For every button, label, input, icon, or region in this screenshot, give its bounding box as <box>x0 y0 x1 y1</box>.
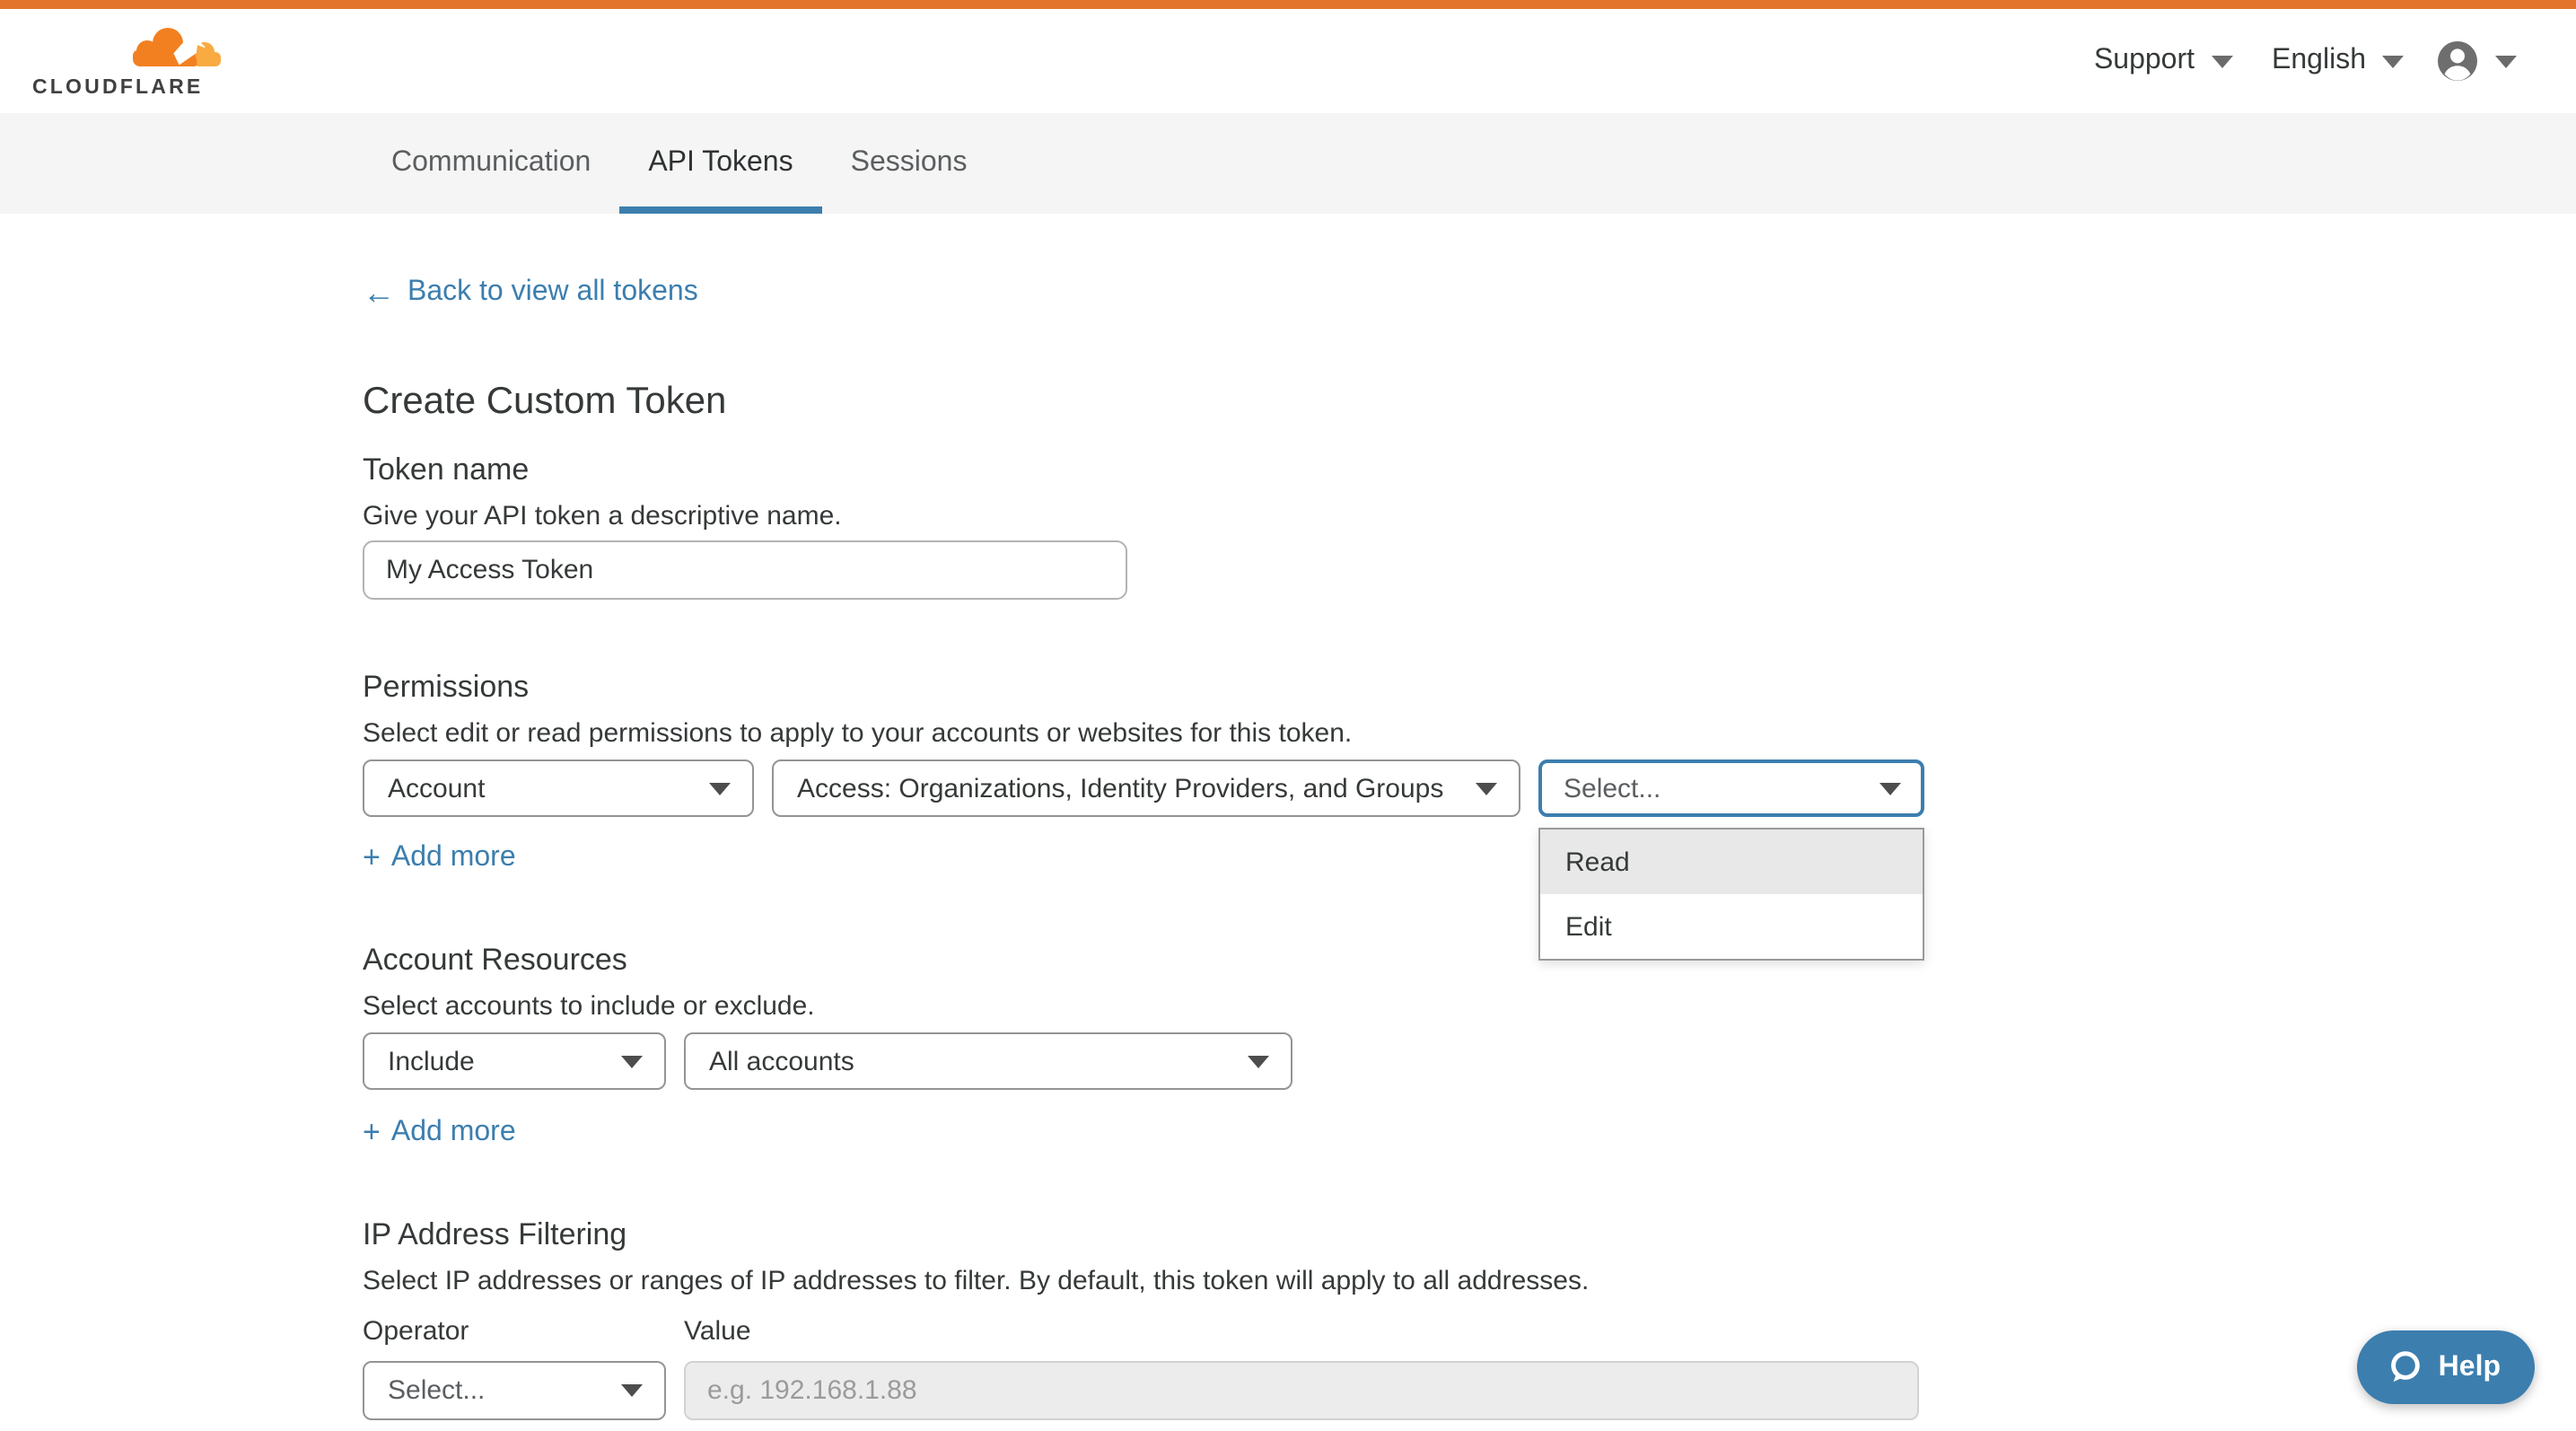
account-resources-section: Account Resources Select accounts to inc… <box>363 941 2576 1151</box>
caret-down-icon <box>1248 1055 1269 1067</box>
chevron-down-icon <box>2382 55 2404 67</box>
permissions-section: Permissions Select edit or read permissi… <box>363 668 2576 876</box>
permissions-add-more-link[interactable]: + Add more <box>363 840 516 876</box>
account-resources-heading: Account Resources <box>363 941 2576 980</box>
page: CLOUDFLARE Support English Communicat <box>0 0 2576 1431</box>
account-menu[interactable] <box>2436 40 2517 83</box>
cloudflare-cloud-icon <box>111 24 223 75</box>
menu-item-edit[interactable]: Edit <box>1540 894 1923 959</box>
back-to-tokens-link[interactable]: ← Back to view all tokens <box>363 275 698 311</box>
top-accent-bar <box>0 0 2576 9</box>
support-menu[interactable]: Support <box>2094 45 2232 77</box>
language-menu[interactable]: English <box>2272 45 2404 77</box>
permissions-description: Select edit or read permissions to apply… <box>363 716 2576 751</box>
ip-filtering-row: Select... <box>363 1361 2576 1420</box>
caret-down-icon <box>1476 782 1497 795</box>
permission-access-placeholder: Select... <box>1564 773 1660 803</box>
ip-filtering-description: Select IP addresses or ranges of IP addr… <box>363 1264 2576 1298</box>
menu-item-read[interactable]: Read <box>1540 830 1923 894</box>
profile-tabbar: Communication API Tokens Sessions <box>0 113 2576 214</box>
left-arrow-icon: ← <box>363 277 395 309</box>
caret-down-icon <box>621 1384 643 1397</box>
permissions-row: Account Access: Organizations, Identity … <box>363 759 2576 817</box>
permission-access-wrap: Select... Read Edit <box>1538 759 1924 817</box>
accounts-select[interactable]: All accounts <box>684 1032 1292 1090</box>
access-dropdown-menu: Read Edit <box>1538 828 1924 961</box>
support-menu-label: Support <box>2094 45 2195 77</box>
permissions-add-more-label: Add more <box>391 840 516 876</box>
language-menu-label: English <box>2272 45 2366 77</box>
chat-bubble-icon <box>2387 1348 2424 1386</box>
operator-select[interactable]: Select... <box>363 1361 666 1420</box>
help-button-label: Help <box>2439 1351 2501 1383</box>
page-title: Create Custom Token <box>363 379 2576 426</box>
avatar-icon <box>2436 40 2479 83</box>
permission-access-select[interactable]: Select... <box>1538 759 1924 817</box>
back-link-label: Back to view all tokens <box>407 275 698 311</box>
caret-down-icon <box>621 1055 643 1067</box>
plus-icon: + <box>363 1115 381 1151</box>
permission-scope-value: Account <box>388 773 485 803</box>
caret-down-icon <box>709 782 731 795</box>
main-content: ← Back to view all tokens Create Custom … <box>0 214 2576 1420</box>
chevron-down-icon <box>2495 55 2517 67</box>
app-header: CLOUDFLARE Support English <box>0 9 2576 113</box>
ip-labels-row: Operator Value <box>363 1316 2576 1350</box>
token-name-heading: Token name <box>363 451 2576 490</box>
token-name-description: Give your API token a descriptive name. <box>363 499 2576 533</box>
ip-filtering-heading: IP Address Filtering <box>363 1216 2576 1255</box>
token-name-section: Token name Give your API token a descrip… <box>363 451 2576 600</box>
tab-communication[interactable]: Communication <box>363 113 619 214</box>
permission-group-select[interactable]: Access: Organizations, Identity Provider… <box>772 759 1520 817</box>
permission-scope-select[interactable]: Account <box>363 759 754 817</box>
account-resources-description: Select accounts to include or exclude. <box>363 989 2576 1023</box>
permissions-heading: Permissions <box>363 668 2576 707</box>
operator-placeholder: Select... <box>388 1375 485 1406</box>
permission-group-value: Access: Organizations, Identity Provider… <box>797 773 1443 803</box>
accounts-value: All accounts <box>709 1046 854 1076</box>
help-button[interactable]: Help <box>2358 1330 2535 1404</box>
tab-sessions[interactable]: Sessions <box>822 113 996 214</box>
ip-value-input <box>684 1361 1919 1420</box>
cloudflare-logo[interactable]: CLOUDFLARE <box>32 24 223 98</box>
ip-filtering-section: IP Address Filtering Select IP addresses… <box>363 1216 2576 1420</box>
operator-label: Operator <box>363 1316 469 1347</box>
token-name-input[interactable] <box>363 540 1127 600</box>
header-nav: Support English <box>2094 40 2517 83</box>
value-label: Value <box>684 1316 751 1347</box>
include-select[interactable]: Include <box>363 1032 666 1090</box>
tab-api-tokens[interactable]: API Tokens <box>619 113 821 214</box>
plus-icon: + <box>363 840 381 876</box>
cloudflare-wordmark: CLOUDFLARE <box>32 76 203 98</box>
chevron-down-icon <box>2211 55 2232 67</box>
include-value: Include <box>388 1046 475 1076</box>
account-resources-row: Include All accounts <box>363 1032 2576 1090</box>
caret-down-icon <box>1879 782 1901 795</box>
account-resources-add-more-label: Add more <box>391 1115 516 1151</box>
account-resources-add-more-link[interactable]: + Add more <box>363 1115 516 1151</box>
